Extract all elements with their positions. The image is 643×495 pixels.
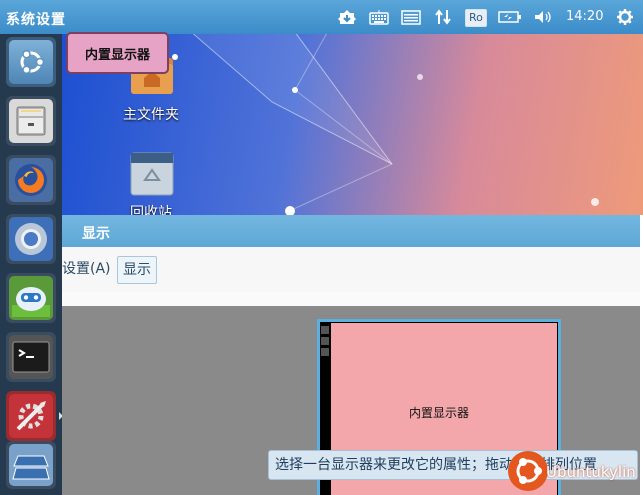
launcher: [0, 34, 63, 495]
gear-power-icon[interactable]: [614, 8, 636, 26]
breadcrumb-display[interactable]: 显示: [117, 256, 157, 284]
display-window-header: 显示: [62, 215, 640, 247]
toolbar-divider: [62, 292, 640, 306]
display-window-title: 显示: [82, 226, 110, 242]
launcher-chromium[interactable]: [6, 214, 56, 264]
keyboard-icon[interactable]: [368, 8, 390, 26]
ubuntukylin-logo-icon: [508, 451, 548, 491]
monitor-handle: [321, 326, 330, 359]
clock[interactable]: 14:20: [566, 9, 603, 24]
volume-icon[interactable]: [532, 8, 554, 26]
launcher-files[interactable]: [6, 96, 56, 146]
battery-icon[interactable]: [497, 8, 523, 26]
terminal-icon: [9, 335, 53, 379]
desktop-icon-label-trash: 回收站: [130, 205, 172, 215]
chromium-icon: [9, 217, 53, 261]
kylin-assistant-icon: [9, 276, 53, 320]
settings-download-icon[interactable]: [336, 8, 358, 26]
firefox-icon: [9, 158, 53, 202]
desktop-icon-label-home: 主文件夹: [123, 107, 179, 123]
settings-toolbar: 设置(A) 显示: [62, 247, 640, 293]
input-method-indicator[interactable]: Ro: [465, 9, 487, 27]
top-panel: 系统设置 Ro 14:20: [0, 0, 643, 34]
launcher-workspaces[interactable]: [6, 441, 56, 489]
workspace-switcher-icon: [9, 444, 53, 486]
launcher-dash-home[interactable]: [6, 37, 56, 87]
monitor-label: 内置显示器: [408, 406, 469, 420]
launcher-system-settings[interactable]: [6, 391, 56, 441]
breadcrumb-all-settings[interactable]: 设置(A): [62, 256, 115, 282]
ubuntu-logo-icon: [9, 40, 53, 84]
window-title: 系统设置: [6, 12, 66, 28]
settings-tools-icon: [9, 394, 53, 438]
keyboard-layout-icon[interactable]: [400, 8, 422, 26]
launcher-kylin-assistant[interactable]: [6, 273, 56, 323]
network-transfer-icon[interactable]: [432, 8, 454, 26]
file-cabinet-icon: [9, 99, 53, 143]
launcher-terminal[interactable]: [6, 332, 56, 382]
launcher-tooltip: 内置显示器: [66, 32, 169, 74]
watermark-text: Ubuntukylin: [546, 463, 636, 481]
launcher-firefox[interactable]: [6, 155, 56, 205]
trash-icon[interactable]: [130, 152, 174, 196]
